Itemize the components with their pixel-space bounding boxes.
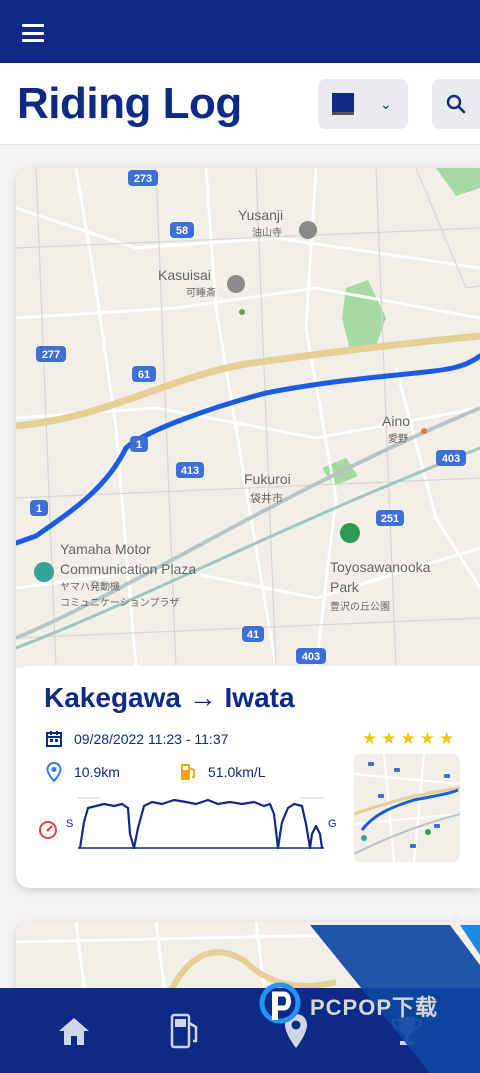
- place-label: Communication Plaza: [60, 561, 196, 577]
- rating-stars: ★ ★ ★ ★ ★: [362, 729, 454, 749]
- place-sublabel: 愛野: [388, 432, 408, 445]
- route-title: Kakegawa → Iwata: [44, 682, 295, 713]
- road-shield-label: 1: [136, 439, 142, 451]
- place-label: Yusanji: [238, 207, 283, 223]
- nav-home[interactable]: [44, 1001, 104, 1061]
- location-pin-icon: [44, 762, 64, 782]
- chevron-down-icon: ⌄: [380, 95, 392, 112]
- color-swatch: [332, 93, 354, 115]
- speed-graph: [78, 797, 324, 850]
- road-shield-label: 403: [302, 651, 320, 663]
- star-icon: ★: [419, 729, 435, 748]
- graph-start-label: S: [66, 818, 74, 830]
- road-shield-label: 61: [138, 369, 150, 381]
- datetime-row: 09/28/2022 11:23 - 11:37: [44, 729, 228, 749]
- search-icon: [446, 94, 466, 114]
- top-bar: [0, 0, 480, 63]
- star-icon: ★: [362, 729, 378, 748]
- nav-fuel[interactable]: [155, 1001, 215, 1061]
- page-title: Riding Log: [17, 79, 242, 128]
- place-label: Fukuroi: [244, 471, 291, 487]
- ride-distance: 10.9km: [74, 764, 120, 780]
- road-shield-label: 1: [36, 503, 42, 515]
- place-label: Toyosawanooka: [330, 559, 431, 575]
- star-icon: ★: [381, 729, 397, 748]
- ride-fuel-economy: 51.0km/L: [208, 764, 266, 780]
- watermark-text: PCPOP下载: [310, 995, 439, 1020]
- road-shield-label: 41: [247, 629, 259, 641]
- graph-end-label: G: [328, 818, 337, 830]
- place-sublabel: 豊沢の丘公園: [330, 600, 390, 613]
- distance-row: 10.9km: [44, 762, 120, 782]
- star-icon: ★: [400, 729, 416, 748]
- road-shield-label: 403: [442, 453, 460, 465]
- speedometer-icon: [38, 820, 58, 840]
- star-icon: ★: [439, 729, 455, 748]
- bike-color-select[interactable]: ⌄: [318, 79, 408, 129]
- road-shield-label: 413: [181, 465, 199, 477]
- fuel-row: 51.0km/L: [178, 762, 266, 782]
- page-header: Riding Log ⌄: [0, 63, 480, 145]
- route-thumbnail[interactable]: [354, 754, 460, 862]
- road-shield-label: 251: [381, 513, 399, 525]
- home-icon: [58, 1017, 89, 1045]
- route-map[interactable]: 273 58 277 61 1 413 1 403 251 41 403 Yus…: [16, 168, 480, 668]
- place-sublabel: 袋井市: [250, 491, 283, 505]
- place-sublabel: ヤマハ発動機: [60, 580, 120, 593]
- place-label: Yamaha Motor: [60, 541, 151, 557]
- place-label: Park: [330, 579, 360, 595]
- place-label: Kasuisai: [158, 267, 211, 283]
- ride-datetime: 09/28/2022 11:23 - 11:37: [74, 731, 229, 747]
- fuel-pump-icon: [178, 762, 198, 782]
- place-sublabel: 油山寺: [252, 226, 282, 239]
- ride-info-panel: Kakegawa → Iwata 09/28/2022 11:23 - 11:3…: [16, 666, 480, 888]
- calendar-icon: [44, 729, 64, 749]
- watermark-logo-icon: [259, 982, 301, 1024]
- place-sublabel: 可睡斎: [186, 286, 216, 299]
- place-sublabel: コミュニケーションプラザ: [60, 597, 180, 609]
- place-label: Aino: [382, 413, 410, 429]
- road-shield-label: 273: [134, 173, 152, 185]
- search-button[interactable]: [432, 79, 480, 129]
- road-shield-label: 277: [42, 349, 60, 361]
- menu-icon[interactable]: [22, 24, 44, 42]
- fuel-pump-icon: [170, 1013, 197, 1048]
- ride-card[interactable]: 273 58 277 61 1 413 1 403 251 41 403 Yus…: [16, 168, 480, 888]
- road-shield-label: 58: [176, 225, 188, 237]
